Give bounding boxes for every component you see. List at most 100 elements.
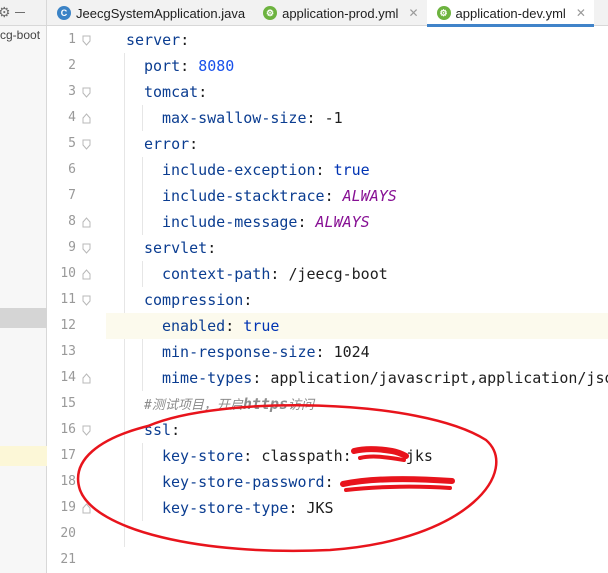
- yaml-value: JKS: [306, 499, 334, 517]
- line-number: 5: [68, 136, 76, 151]
- yaml-key: include-stacktrace: [162, 187, 325, 205]
- yaml-value: :: [306, 109, 325, 127]
- line-number: 15: [60, 396, 76, 411]
- code-line[interactable]: context-path: /jeecg-boot: [106, 261, 608, 287]
- tab-application-prod-yml[interactable]: ⚙ application-prod.yml ✕: [253, 0, 426, 26]
- fold-close-icon[interactable]: [82, 373, 91, 384]
- yaml-value: 8080: [198, 57, 235, 75]
- line-number: 1: [68, 32, 76, 47]
- fold-open-icon[interactable]: [82, 139, 91, 150]
- yaml-key: min-response-size: [162, 343, 316, 361]
- code-line[interactable]: ssl:: [106, 417, 608, 443]
- code-line[interactable]: #测试项目，开启https访问: [106, 391, 608, 417]
- fold-close-icon[interactable]: [82, 217, 91, 228]
- yaml-key: port: [144, 57, 181, 75]
- yaml-value: :: [315, 343, 334, 361]
- code-line[interactable]: enabled: true: [106, 313, 608, 339]
- line-number: 14: [60, 370, 76, 385]
- yaml-key: compression: [144, 291, 244, 309]
- project-tree-item[interactable]: cg-boot: [0, 28, 47, 42]
- line-number: 12: [60, 318, 76, 333]
- yaml-value: :: [180, 57, 199, 75]
- yaml-value: :: [324, 187, 343, 205]
- yaml-key: mime-types: [162, 369, 253, 387]
- line-number: 17: [60, 448, 76, 463]
- highlighted-tree-row[interactable]: [0, 446, 47, 466]
- yaml-value: :: [288, 499, 307, 517]
- code-line[interactable]: key-store-type: JKS: [106, 495, 608, 521]
- line-number: 10: [60, 266, 76, 281]
- line-number: 21: [60, 552, 76, 567]
- yaml-value: [352, 447, 397, 465]
- code-line[interactable]: min-response-size: 1024: [106, 339, 608, 365]
- minimize-icon[interactable]: [14, 12, 25, 13]
- yaml-value: :: [252, 369, 271, 387]
- code-line[interactable]: port: 8080: [106, 53, 608, 79]
- code-line[interactable]: include-message: ALWAYS: [106, 209, 608, 235]
- line-number: 16: [60, 422, 76, 437]
- yaml-value: /jeecg-boot: [288, 265, 388, 283]
- code-line[interactable]: [106, 547, 608, 573]
- line-number: 13: [60, 344, 76, 359]
- line-number: 3: [68, 84, 76, 99]
- code-editor[interactable]: server: port: 8080 tomcat: max-swallow-size…: [106, 27, 608, 573]
- selected-tree-row[interactable]: [0, 308, 47, 328]
- yaml-value: ALWAYS: [342, 187, 397, 205]
- code-line[interactable]: key-store: classpath: .jks: [106, 443, 608, 469]
- yaml-key: servlet: [144, 239, 208, 257]
- yaml-value: :: [207, 239, 217, 257]
- code-line[interactable]: error:: [106, 131, 608, 157]
- yaml-value: :: [297, 213, 316, 231]
- line-number: 9: [68, 240, 76, 255]
- fold-open-icon[interactable]: [82, 35, 91, 46]
- tab-application-dev-yml[interactable]: ⚙ application-dev.yml ✕: [426, 0, 595, 27]
- yaml-key: ssl: [144, 421, 172, 439]
- editor-tab-bar: ⚙ C JeecgSystemApplication.java ⚙ applicati…: [0, 0, 608, 27]
- java-class-icon: C: [57, 6, 71, 20]
- line-number-gutter: 12345678910111213141516171819202122: [48, 27, 106, 573]
- fold-close-icon[interactable]: [82, 113, 91, 124]
- fold-open-icon[interactable]: [82, 87, 91, 98]
- line-number: 18: [60, 474, 76, 489]
- yaml-key: tomcat: [144, 83, 199, 101]
- yaml-value: classpath:: [261, 447, 352, 465]
- yaml-key: include-message: [162, 213, 298, 231]
- code-line[interactable]: max-swallow-size: -1: [106, 105, 608, 131]
- code-line[interactable]: compression:: [106, 287, 608, 313]
- yaml-value: :: [270, 265, 289, 283]
- fold-close-icon[interactable]: [82, 503, 91, 514]
- close-tab-icon[interactable]: ✕: [408, 6, 418, 20]
- yaml-key: key-store-password: [162, 473, 325, 491]
- yaml-value: true: [333, 161, 370, 179]
- fold-close-icon[interactable]: [82, 269, 91, 280]
- yaml-value: :: [315, 161, 334, 179]
- fold-open-icon[interactable]: [82, 425, 91, 436]
- fold-open-icon[interactable]: [82, 243, 91, 254]
- code-line[interactable]: include-stacktrace: ALWAYS: [106, 183, 608, 209]
- code-line[interactable]: key-store-password:: [106, 469, 608, 495]
- code-line[interactable]: include-exception: true: [106, 157, 608, 183]
- tab-jeecgsystemapplication-java[interactable]: C JeecgSystemApplication.java: [47, 0, 253, 26]
- gear-icon[interactable]: ⚙: [0, 4, 11, 21]
- yaml-comment: #测试项目，开启: [144, 398, 243, 413]
- yaml-key: key-store-type: [162, 499, 289, 517]
- code-line[interactable]: [106, 521, 608, 547]
- yaml-value: :: [225, 317, 244, 335]
- code-line[interactable]: tomcat:: [106, 79, 608, 105]
- line-number: 20: [60, 526, 76, 541]
- yaml-value: :: [189, 135, 199, 153]
- line-number: 6: [68, 162, 76, 177]
- tab-label: application-dev.yml: [455, 5, 566, 21]
- yaml-value: :: [198, 83, 208, 101]
- yaml-value: application/javascript,application/json: [270, 369, 608, 387]
- yaml-value: :: [324, 473, 343, 491]
- line-number: 7: [68, 188, 76, 203]
- code-line[interactable]: server:: [106, 27, 608, 53]
- code-line[interactable]: mime-types: application/javascript,appli…: [106, 365, 608, 391]
- yaml-value: ALWAYS: [315, 213, 370, 231]
- yml-file-icon: ⚙: [263, 6, 278, 20]
- yaml-comment: 访问: [287, 398, 314, 413]
- code-line[interactable]: servlet:: [106, 235, 608, 261]
- close-tab-icon[interactable]: ✕: [576, 6, 586, 20]
- fold-open-icon[interactable]: [82, 295, 91, 306]
